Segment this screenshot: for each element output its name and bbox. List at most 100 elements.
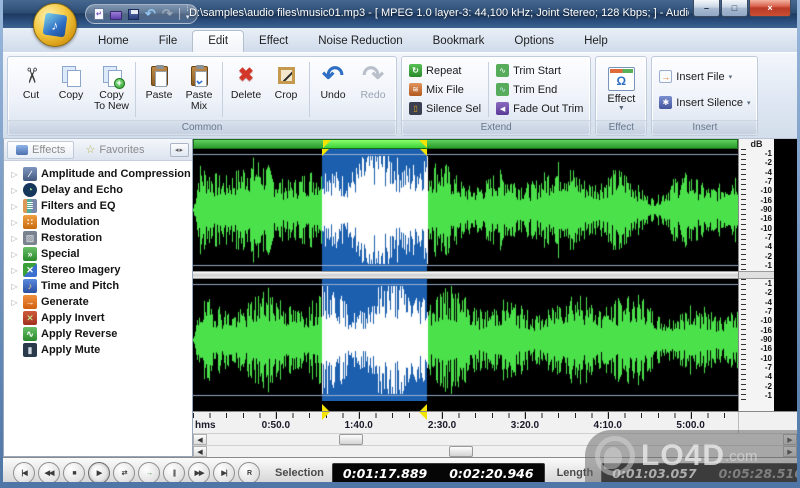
chevron-down-icon: ▼ bbox=[617, 105, 625, 112]
selection-start-marker-icon[interactable] bbox=[322, 140, 331, 148]
cut-button[interactable]: Cut bbox=[11, 59, 51, 120]
apply-reverse-icon bbox=[23, 327, 37, 341]
tab-home[interactable]: Home bbox=[83, 31, 144, 52]
save-icon[interactable] bbox=[128, 8, 139, 20]
trim-end-icon bbox=[496, 83, 510, 96]
tree-item-delay-echo[interactable]: ▷Delay and Echo bbox=[10, 182, 192, 198]
tree-item-restoration[interactable]: ▷Restoration bbox=[10, 230, 192, 246]
play-selection-button[interactable]: → bbox=[138, 462, 160, 482]
expand-icon[interactable]: ▷ bbox=[10, 218, 19, 227]
scroll-left-icon[interactable]: ◀ bbox=[193, 434, 207, 445]
fast-forward-button[interactable]: ▶▶ bbox=[188, 462, 210, 482]
insert-file-button[interactable]: Insert File▾ bbox=[655, 68, 754, 86]
filler bbox=[774, 139, 797, 149]
scroll-thumb[interactable] bbox=[339, 434, 364, 445]
scroll-left-icon[interactable]: ◀ bbox=[193, 446, 207, 457]
tree-item-amplitude[interactable]: ▷Amplitude and Compression bbox=[10, 166, 192, 182]
tab-effects[interactable]: Effects bbox=[7, 140, 75, 159]
waveform-channel-left[interactable] bbox=[193, 149, 738, 271]
selection-corner-icon bbox=[322, 149, 330, 156]
delete-button[interactable]: Delete bbox=[226, 59, 266, 120]
fade-out-trim-button[interactable]: Fade Out Trim bbox=[492, 100, 587, 118]
overview-bar[interactable] bbox=[193, 139, 738, 149]
crop-icon bbox=[277, 67, 295, 84]
title-bar: ♪ ↶ ↷ ⁞▾ D:\samples\audio files\music01.… bbox=[3, 0, 797, 47]
go-to-start-button[interactable]: |◀ bbox=[13, 462, 35, 482]
tree-item-special[interactable]: ▷Special bbox=[10, 246, 192, 262]
tab-edit[interactable]: Edit bbox=[192, 30, 245, 52]
tab-file[interactable]: File bbox=[144, 31, 193, 52]
tree-item-modulation[interactable]: ▷Modulation bbox=[10, 214, 192, 230]
repeat-button[interactable]: Repeat bbox=[405, 62, 485, 80]
qat-separator bbox=[178, 8, 180, 20]
expand-icon[interactable]: ▷ bbox=[10, 250, 19, 259]
selection-end-flag-icon[interactable] bbox=[418, 412, 427, 420]
expand-icon[interactable]: ▷ bbox=[10, 282, 19, 291]
expand-icon[interactable]: ▷ bbox=[10, 186, 19, 195]
play-button[interactable]: ▶ bbox=[88, 462, 110, 482]
special-icon bbox=[23, 247, 37, 261]
overview-selection[interactable] bbox=[322, 140, 427, 148]
app-window: ♪ ↶ ↷ ⁞▾ D:\samples\audio files\music01.… bbox=[0, 0, 800, 488]
ribbon: Cut Copy Copy To New Paste ⌄Paste Mix De… bbox=[3, 53, 797, 139]
expand-icon[interactable]: ▷ bbox=[10, 266, 19, 275]
insert-silence-button[interactable]: Insert Silence▾ bbox=[655, 94, 754, 112]
trim-start-button[interactable]: Trim Start bbox=[492, 62, 587, 80]
waveform-display[interactable] bbox=[193, 149, 738, 411]
expand-icon[interactable]: ▷ bbox=[10, 298, 19, 307]
tree-item-apply-reverse[interactable]: Apply Reverse bbox=[10, 326, 192, 342]
insert-silence-icon bbox=[659, 96, 673, 109]
go-to-end-button[interactable]: ▶| bbox=[213, 462, 235, 482]
selection-start-flag-icon[interactable] bbox=[322, 412, 331, 420]
tab-scroll-button[interactable]: ◂▸ bbox=[169, 142, 189, 157]
tab-favorites[interactable]: ☆ Favorites bbox=[76, 140, 153, 159]
undo-button[interactable]: Undo bbox=[313, 59, 353, 120]
paste-button[interactable]: Paste bbox=[139, 59, 179, 120]
plus-badge-icon bbox=[113, 77, 125, 89]
expand-icon[interactable]: ▷ bbox=[10, 202, 19, 211]
expand-icon[interactable]: ▷ bbox=[10, 170, 19, 179]
tab-options[interactable]: Options bbox=[499, 31, 569, 52]
paste-mix-icon: ⌄ bbox=[190, 64, 208, 87]
expand-icon[interactable]: ▷ bbox=[10, 234, 19, 243]
selection-end-marker-icon[interactable] bbox=[418, 140, 427, 148]
pause-button[interactable]: ∥ bbox=[163, 462, 185, 482]
scroll-thumb[interactable] bbox=[448, 446, 473, 457]
modulation-icon bbox=[23, 215, 37, 229]
tree-item-generate[interactable]: ▷Generate bbox=[10, 294, 192, 310]
record-button[interactable]: R bbox=[238, 462, 260, 482]
stop-button[interactable]: ■ bbox=[63, 462, 85, 482]
copy-button[interactable]: Copy bbox=[51, 59, 91, 120]
tab-bookmark[interactable]: Bookmark bbox=[418, 31, 500, 52]
close-button[interactable]: × bbox=[749, 0, 791, 17]
tree-item-time-pitch[interactable]: ▷Time and Pitch bbox=[10, 278, 192, 294]
maximize-button[interactable]: □ bbox=[721, 0, 748, 17]
copy-to-new-button[interactable]: Copy To New bbox=[91, 59, 132, 120]
mix-file-button[interactable]: Mix File bbox=[405, 81, 485, 99]
tab-noise-reduction[interactable]: Noise Reduction bbox=[303, 31, 417, 52]
tab-effect[interactable]: Effect bbox=[244, 31, 303, 52]
app-logo-icon[interactable]: ♪ bbox=[33, 3, 77, 47]
group-label-common: Common bbox=[8, 120, 397, 135]
tree-item-filters-eq[interactable]: ▷Filters and EQ bbox=[10, 198, 192, 214]
undo-icon[interactable]: ↶ bbox=[145, 7, 156, 20]
tree-item-apply-invert[interactable]: Apply Invert bbox=[10, 310, 192, 326]
silence-sel-button[interactable]: Silence Sel bbox=[405, 100, 485, 118]
tab-help[interactable]: Help bbox=[569, 31, 623, 52]
paste-mix-button[interactable]: ⌄ Paste Mix bbox=[179, 59, 219, 120]
generate-icon bbox=[23, 295, 37, 309]
open-file-icon[interactable] bbox=[110, 11, 122, 20]
rewind-button[interactable]: ◀◀ bbox=[38, 462, 60, 482]
channel-divider[interactable] bbox=[193, 271, 738, 279]
stereo-imagery-icon bbox=[23, 263, 37, 277]
waveform-channel-right[interactable] bbox=[193, 279, 738, 401]
minimize-button[interactable]: – bbox=[693, 0, 720, 17]
tree-item-apply-mute[interactable]: Apply Mute bbox=[10, 342, 192, 358]
tree-item-stereo-imagery[interactable]: ▷Stereo Imagery bbox=[10, 262, 192, 278]
crop-button[interactable]: Crop bbox=[266, 59, 306, 120]
fade-out-trim-icon bbox=[496, 102, 510, 115]
trim-end-button[interactable]: Trim End bbox=[492, 81, 587, 99]
effect-button[interactable]: Effect ▼ bbox=[599, 59, 643, 120]
loop-button[interactable]: ⇄ bbox=[113, 462, 135, 482]
new-file-icon[interactable] bbox=[94, 8, 104, 20]
